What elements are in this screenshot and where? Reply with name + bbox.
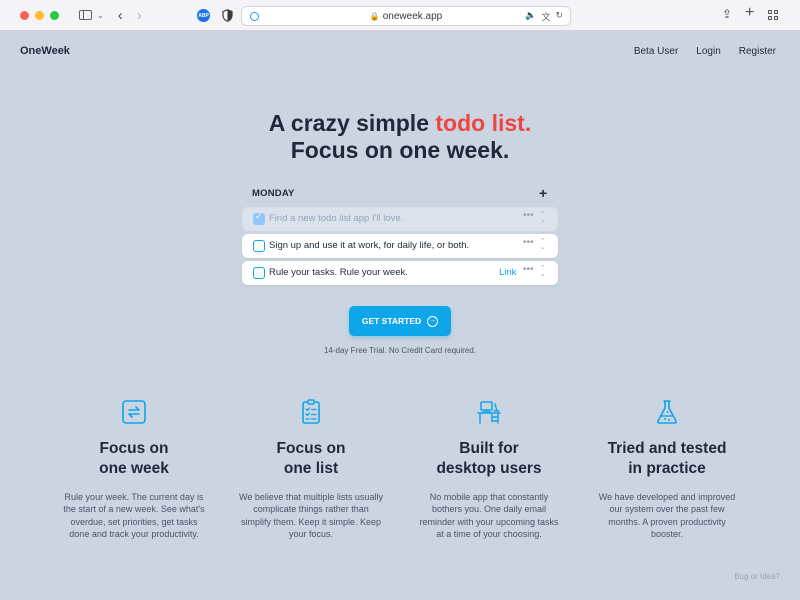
task-checkbox[interactable] xyxy=(253,240,265,252)
brand-logo[interactable]: OneWeek xyxy=(20,45,70,57)
new-tab-icon[interactable]: + xyxy=(745,4,754,22)
close-window-button[interactable] xyxy=(20,10,29,20)
feature-title-line1: Built for xyxy=(459,440,519,457)
checklist-icon xyxy=(302,399,320,424)
tab-overview-icon[interactable] xyxy=(768,10,778,20)
task-checkbox[interactable] xyxy=(253,267,265,279)
feature-focus-list: Focus on one list We believe that multipl… xyxy=(231,398,391,540)
add-task-button[interactable]: + xyxy=(539,185,547,201)
day-heading: MONDAY xyxy=(252,188,295,199)
extension-badge-label: ABP xyxy=(198,12,209,19)
nav-register[interactable]: Register xyxy=(739,46,776,57)
feature-description: Rule your week. The current day is the s… xyxy=(63,492,205,539)
reorder-handle-icon[interactable]: ⌃ ⌄ xyxy=(540,211,546,224)
forward-button[interactable]: › xyxy=(137,8,142,23)
repeat-icon xyxy=(122,400,146,424)
feature-title-line2: desktop users xyxy=(436,460,542,477)
flask-icon xyxy=(657,400,677,424)
share-icon[interactable]: ⇪ xyxy=(722,7,732,21)
task-link[interactable]: Link xyxy=(499,267,516,278)
task-label[interactable]: Sign up and use it at work, for daily li… xyxy=(269,240,469,251)
top-nav: Beta User Login Register xyxy=(634,46,776,57)
hero-line1-prefix: A crazy simple xyxy=(268,110,436,136)
feature-title-line2: one week xyxy=(99,460,169,477)
sidebar-toggle-icon[interactable] xyxy=(79,10,92,20)
hero-heading: A crazy simple todo list. Focus on one w… xyxy=(0,110,800,164)
nav-login[interactable]: Login xyxy=(696,46,720,57)
arrow-right-icon: → xyxy=(427,315,439,327)
task-label[interactable]: Find a new todo list app I'll love. xyxy=(269,213,403,224)
task-item[interactable]: Find a new todo list app I'll love. ••• … xyxy=(242,207,558,231)
reorder-handle-icon[interactable]: ⌃ ⌄ xyxy=(540,265,546,278)
feature-title-line1: Focus on xyxy=(99,440,169,457)
trial-note: 14-day Free Trial. No Credit Card requir… xyxy=(323,346,477,355)
feature-title-line1: Tried and tested xyxy=(607,440,727,457)
privacy-shield-icon[interactable] xyxy=(222,9,233,22)
feature-tested: Tried and tested in practice We have deve… xyxy=(587,398,747,540)
get-started-button[interactable]: GET STARTED → xyxy=(349,306,451,336)
maximize-window-button[interactable] xyxy=(50,10,59,20)
reorder-handle-icon[interactable]: ⌃ ⌄ xyxy=(540,238,546,251)
desk-icon xyxy=(477,401,501,424)
bug-report-link[interactable]: Bug or Idea? xyxy=(734,572,780,581)
url-text: oneweek.app xyxy=(382,10,443,22)
feature-desktop: Built for desktop users No mobile app tha… xyxy=(409,398,569,540)
window-controls xyxy=(20,10,59,20)
feature-description: No mobile app that constantly bothers yo… xyxy=(419,492,559,539)
hero-line2: Focus on one week. xyxy=(290,137,510,163)
task-checkbox[interactable] xyxy=(253,211,265,225)
feature-description: We have developed and improved our syste… xyxy=(598,492,736,539)
lock-icon: 🔒 xyxy=(369,11,380,21)
audio-icon[interactable]: 🔈 xyxy=(525,10,536,23)
minimize-window-button[interactable] xyxy=(35,10,44,20)
translate-icon[interactable]: 文 xyxy=(541,10,550,23)
more-options-icon[interactable]: ••• xyxy=(523,264,534,275)
feature-description: We believe that multiple lists usually c… xyxy=(239,492,383,539)
chevron-down-icon[interactable]: ⌄ xyxy=(97,11,104,20)
feature-title-line1: Focus on xyxy=(276,440,346,457)
feature-title-line2: in practice xyxy=(628,460,706,477)
back-button[interactable]: ‹ xyxy=(118,8,123,23)
nav-beta-user[interactable]: Beta User xyxy=(634,46,678,57)
feature-title-line2: one list xyxy=(283,460,339,477)
more-options-icon[interactable]: ••• xyxy=(523,210,534,221)
hero-line1-accent: todo list. xyxy=(435,110,532,136)
task-item[interactable]: Sign up and use it at work, for daily li… xyxy=(242,234,558,258)
more-options-icon[interactable]: ••• xyxy=(523,237,534,248)
adblock-extension-icon[interactable]: ABP xyxy=(197,9,210,22)
task-item[interactable]: Rule your tasks. Rule your week. Link ••… xyxy=(242,261,558,285)
reload-icon[interactable]: ↻ xyxy=(555,10,563,23)
feature-focus-week: Focus on one week Rule your week. The cur… xyxy=(54,398,214,540)
get-started-label: GET STARTED xyxy=(361,316,422,326)
address-bar[interactable]: 🔒 oneweek.app 🔈 文 ↻ xyxy=(241,6,571,26)
task-label[interactable]: Rule your tasks. Rule your week. xyxy=(269,267,408,278)
